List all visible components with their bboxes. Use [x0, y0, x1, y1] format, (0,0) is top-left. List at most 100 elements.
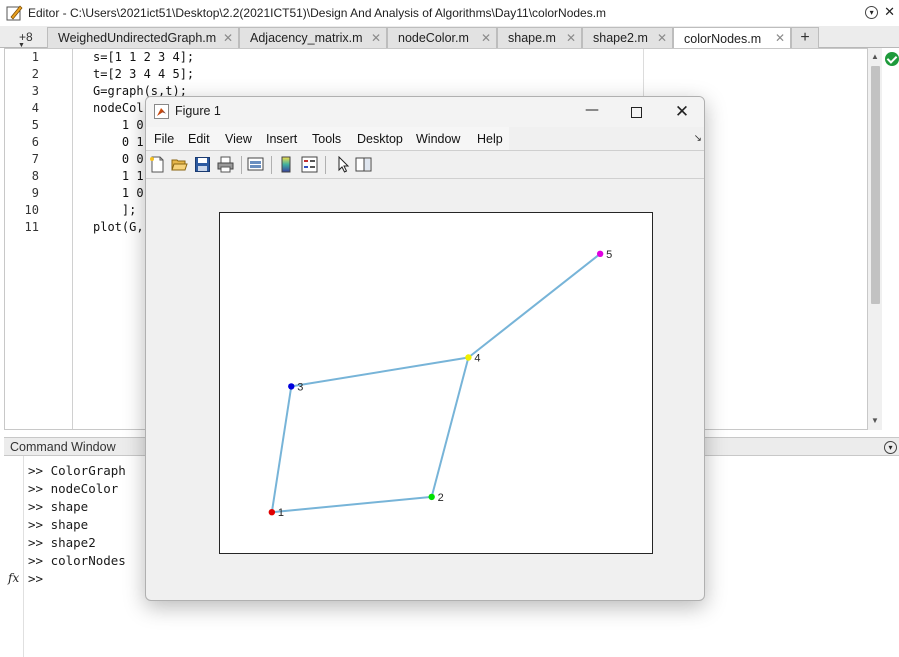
menu-help[interactable]: Help — [477, 132, 503, 146]
code-line[interactable]: ]; — [93, 203, 136, 217]
command-window-title: Command Window — [10, 440, 116, 454]
tab-close-icon[interactable]: ✕ — [775, 31, 785, 45]
tab-close-icon[interactable]: ✕ — [223, 31, 233, 45]
command-prompt[interactable]: >> — [28, 571, 43, 586]
command-history-line: >> shape — [28, 499, 89, 514]
plot-axes[interactable]: 1 2 3 4 5 — [219, 212, 653, 554]
print-icon[interactable] — [217, 156, 234, 173]
graph-node-5 — [596, 250, 604, 257]
toolbar-separator — [271, 156, 272, 174]
tab-close-icon[interactable]: ✕ — [481, 31, 491, 45]
command-history-line: >> shape2 — [28, 535, 96, 550]
line-number: 6 — [31, 135, 39, 149]
graph-plot[interactable]: 1 2 3 4 5 — [220, 213, 652, 553]
menu-file[interactable]: File — [154, 132, 174, 146]
editor-title: Editor - C:\Users\2021ict51\Desktop\2.2(… — [28, 6, 607, 20]
tab-shape[interactable]: shape.m ✕ — [497, 27, 582, 48]
code-line[interactable]: 1 0 — [93, 118, 144, 132]
menu-desktop[interactable]: Desktop — [357, 132, 403, 146]
graph-node-label: 5 — [606, 249, 612, 261]
graph-edge-2-4 — [430, 357, 470, 498]
tab-label: WeighedUndirectedGraph.m — [58, 31, 217, 45]
tab-weighedundirectedgraph[interactable]: WeighedUndirectedGraph.m ✕ — [47, 27, 239, 48]
graph-edge-3-4 — [291, 356, 469, 388]
figure-menubar: File Edit View Insert Tools Desktop Wind… — [146, 127, 704, 151]
figure-titlebar[interactable]: Figure 1 — ✕ — [146, 97, 704, 127]
property-inspector-icon[interactable] — [355, 156, 372, 173]
minimize-icon[interactable]: — — [570, 100, 614, 124]
scroll-up-icon[interactable]: ▲ — [871, 52, 879, 61]
menu-insert[interactable]: Insert — [266, 132, 297, 146]
tab-label: shape.m — [508, 31, 556, 45]
graph-node-label: 3 — [297, 381, 303, 393]
graph-node-1 — [268, 509, 276, 516]
matlab-logo-icon — [154, 104, 169, 119]
tab-colornodes[interactable]: colorNodes.m ✕ — [673, 27, 791, 49]
figure-title: Figure 1 — [175, 104, 221, 118]
code-line[interactable]: 1 0 — [93, 186, 144, 200]
link-plot-icon[interactable] — [247, 156, 264, 173]
code-line[interactable]: t=[2 3 4 4 5]; — [93, 67, 194, 81]
legend-icon[interactable] — [301, 156, 318, 173]
command-window-gutter — [4, 456, 24, 657]
code-line[interactable]: nodeCol — [93, 101, 144, 115]
command-history-line: >> colorNodes — [28, 553, 126, 568]
add-tab-button[interactable]: + — [791, 27, 819, 48]
scroll-down-icon[interactable]: ▼ — [871, 416, 879, 425]
code-line[interactable]: s=[1 1 2 3 4]; — [93, 50, 194, 64]
code-line[interactable]: plot(G, — [93, 220, 144, 234]
open-file-icon[interactable] — [171, 156, 188, 173]
graph-node-3 — [288, 383, 295, 390]
line-number: 7 — [31, 152, 39, 166]
pointer-icon[interactable] — [335, 156, 352, 173]
code-line[interactable]: 1 1 — [93, 169, 144, 183]
editor-pencil-icon — [6, 5, 23, 21]
line-number: 11 — [24, 220, 39, 234]
editor-close-icon[interactable]: ✕ — [884, 6, 895, 19]
figure-toolbar — [146, 151, 704, 179]
graph-node-label: 4 — [474, 353, 480, 365]
code-line[interactable]: 0 0 — [93, 152, 144, 166]
menu-tools[interactable]: Tools — [312, 132, 341, 146]
menu-edit[interactable]: Edit — [188, 132, 210, 146]
line-number: 10 — [24, 203, 39, 217]
line-number: 3 — [31, 84, 39, 98]
command-history-line: >> ColorGraph — [28, 463, 126, 478]
graph-edge-1-2 — [271, 495, 432, 514]
more-tabs-button[interactable]: +8 ▼ — [8, 28, 42, 49]
editor-actions-icon[interactable]: ▾ — [865, 6, 879, 19]
tab-nodecolor[interactable]: nodeColor.m ✕ — [387, 27, 497, 48]
tab-close-icon[interactable]: ✕ — [371, 31, 381, 45]
menu-view[interactable]: View — [225, 132, 252, 146]
tab-close-icon[interactable]: ✕ — [566, 31, 576, 45]
close-icon[interactable]: ✕ — [660, 100, 704, 124]
tab-label: colorNodes.m — [684, 31, 762, 46]
graph-node-label: 1 — [278, 507, 284, 519]
code-line[interactable]: 0 1 — [93, 135, 144, 149]
tab-label: shape2.m — [593, 31, 648, 45]
command-window-actions-icon[interactable]: ▾ — [884, 441, 897, 454]
line-number: 4 — [31, 101, 39, 115]
save-icon[interactable] — [194, 156, 211, 173]
tab-shape2[interactable]: shape2.m ✕ — [582, 27, 673, 48]
function-browser-icon[interactable]: fx — [8, 571, 19, 585]
toolbar-separator — [325, 156, 326, 174]
dock-figure-icon[interactable]: ↘ — [694, 133, 702, 144]
line-number: 9 — [31, 186, 39, 200]
editor-tabbar: +8 ▼ WeighedUndirectedGraph.m ✕ Adjacenc… — [0, 26, 899, 49]
graph-edge-4-5 — [467, 253, 601, 359]
new-figure-icon[interactable] — [149, 156, 166, 173]
tab-adjacency-matrix[interactable]: Adjacency_matrix.m ✕ — [239, 27, 387, 48]
colorbar-icon[interactable] — [278, 156, 295, 173]
scrollbar-thumb[interactable] — [871, 66, 880, 304]
line-number: 8 — [31, 169, 39, 183]
tab-close-icon[interactable]: ✕ — [657, 31, 667, 45]
code-analyzer-check-icon[interactable] — [885, 52, 899, 66]
graph-node-2 — [428, 493, 435, 501]
line-number: 5 — [31, 118, 39, 132]
maximize-icon[interactable] — [614, 100, 658, 124]
tab-label: Adjacency_matrix.m — [250, 31, 363, 45]
graph-edge-1-3 — [270, 386, 293, 513]
figure-window[interactable]: Figure 1 — ✕ File Edit View Insert Tools… — [145, 96, 705, 601]
menu-window[interactable]: Window — [416, 132, 460, 146]
